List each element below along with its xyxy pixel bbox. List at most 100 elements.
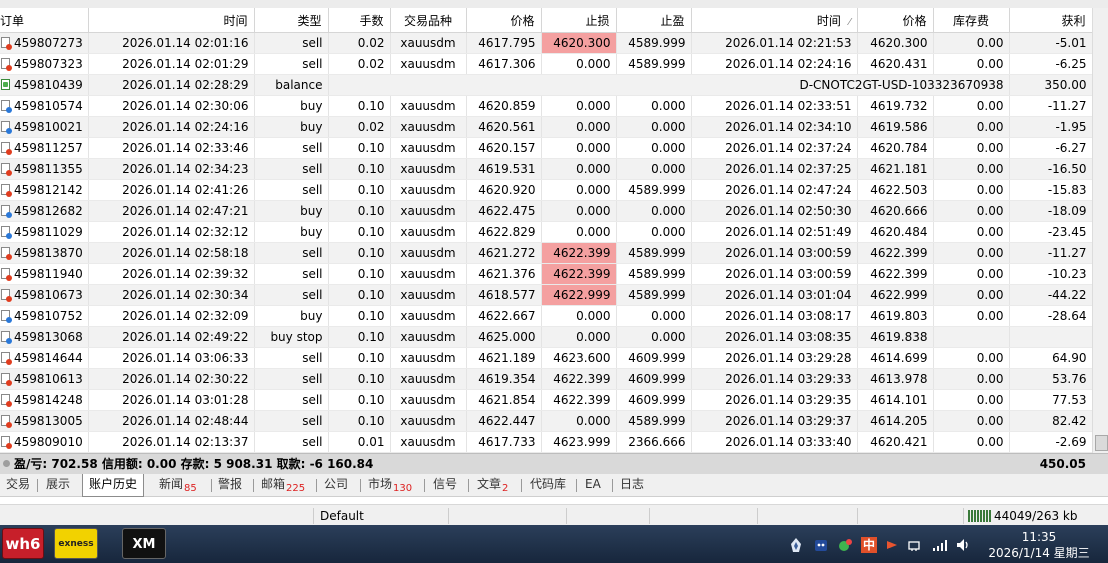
order-number: 459812142 bbox=[14, 183, 83, 197]
table-row[interactable]: 459810673 2026.01.14 02:30:34 sell 0.10 xauu… bbox=[0, 284, 1092, 306]
table-row[interactable]: 459807323 2026.01.14 02:01:29 sell 0.02 xauu… bbox=[0, 53, 1092, 75]
tab-account-history[interactable]: 账户历史 bbox=[82, 474, 145, 497]
tray-app-icon[interactable] bbox=[837, 537, 853, 553]
stop-loss-cell: 4620.300 bbox=[541, 32, 617, 54]
status-profile[interactable]: Default bbox=[320, 508, 364, 524]
tab-divider bbox=[360, 479, 361, 492]
tab-company[interactable]: 公司 bbox=[318, 474, 354, 496]
tab-divider bbox=[521, 479, 522, 492]
tab-divider bbox=[37, 479, 38, 492]
col-header-take-profit[interactable]: 止盈 bbox=[616, 8, 692, 33]
table-row[interactable]: 459809010 2026.01.14 02:13:37 sell 0.01 xauu… bbox=[0, 431, 1092, 453]
table-row[interactable]: 459813870 2026.01.14 02:58:18 sell 0.10 xauu… bbox=[0, 242, 1092, 264]
table-row[interactable]: 459810021 2026.01.14 02:24:16 buy 0.02 xauus… bbox=[0, 116, 1092, 138]
col-header-swap[interactable]: 库存费 bbox=[933, 8, 1010, 33]
table-row[interactable]: 459811355 2026.01.14 02:34:23 sell 0.10 xauu… bbox=[0, 158, 1092, 180]
signal-strength-icon[interactable] bbox=[932, 537, 948, 553]
table-row[interactable]: 459811940 2026.01.14 02:39:32 sell 0.10 xauu… bbox=[0, 263, 1092, 285]
table-row[interactable]: 459812682 2026.01.14 02:47:21 buy 0.10 xauus… bbox=[0, 200, 1092, 222]
tab-label: 文章 bbox=[477, 477, 502, 491]
network-icon[interactable] bbox=[906, 537, 922, 553]
table-row[interactable]: 459814248 2026.01.14 03:01:28 sell 0.10 xauu… bbox=[0, 389, 1092, 411]
table-row[interactable]: 459814644 2026.01.14 03:06:33 sell 0.10 xauu… bbox=[0, 347, 1092, 369]
close-price-cell: 4614.205 bbox=[857, 410, 934, 432]
tab-trade[interactable]: 交易 bbox=[0, 474, 36, 496]
tab-exposure[interactable]: 展示 bbox=[40, 474, 76, 496]
tray-app-icon[interactable] bbox=[788, 537, 804, 553]
profit-cell: -16.50 bbox=[1009, 158, 1092, 180]
tab-market[interactable]: 市场130 bbox=[362, 474, 418, 496]
tab-alerts[interactable]: 警报 bbox=[212, 474, 248, 496]
swap-cell: 0.00 bbox=[933, 32, 1010, 54]
table-row[interactable]: 459812142 2026.01.14 02:41:26 sell 0.10 xauu… bbox=[0, 179, 1092, 201]
tab-mailbox[interactable]: 邮箱225 bbox=[255, 474, 311, 496]
exness-app-button[interactable]: exness bbox=[54, 528, 98, 559]
buy-order-icon bbox=[1, 226, 12, 239]
tab-badge: 130 bbox=[393, 483, 413, 494]
stop-loss-cell: 4623.600 bbox=[541, 347, 617, 369]
col-header-close-time-label: 时间 bbox=[816, 13, 841, 28]
table-row[interactable]: 459807273 2026.01.14 02:01:16 sell 0.02 xauu… bbox=[0, 32, 1092, 54]
col-header-type[interactable]: 类型 bbox=[254, 8, 329, 33]
symbol-cell: xauusdm bbox=[390, 326, 467, 348]
table-row[interactable]: 459810752 2026.01.14 02:32:09 buy 0.10 xauus… bbox=[0, 305, 1092, 327]
symbol-cell: xauusdm bbox=[390, 284, 467, 306]
price-cell: 4618.577 bbox=[466, 284, 542, 306]
symbol-cell: xauusdm bbox=[390, 221, 467, 243]
open-time-cell: 2026.01.14 02:58:18 bbox=[88, 242, 255, 264]
order-number: 459810613 bbox=[14, 372, 83, 386]
order-cell: 459809010 bbox=[0, 431, 89, 453]
col-header-stop-loss[interactable]: 止损 bbox=[541, 8, 617, 33]
scrollbar-thumb[interactable] bbox=[1095, 435, 1108, 451]
tab-articles[interactable]: 文章2 bbox=[471, 474, 514, 496]
summary-totals: 盈/亏: 702.58 信用额: 0.00 存款: 5 908.31 取款: -… bbox=[14, 457, 374, 471]
tab-signals[interactable]: 信号 bbox=[427, 474, 463, 496]
close-time-cell: 2026.01.14 03:33:40 bbox=[691, 431, 858, 453]
tab-code-base[interactable]: 代码库 bbox=[524, 474, 572, 496]
volume-icon[interactable] bbox=[955, 537, 971, 553]
profit-cell: -23.45 bbox=[1009, 221, 1092, 243]
table-row[interactable]: 459811029 2026.01.14 02:32:12 buy 0.10 xauus… bbox=[0, 221, 1092, 243]
xm-app-button[interactable]: XM bbox=[122, 528, 166, 559]
table-row[interactable]: 459810574 2026.01.14 02:30:06 buy 0.10 xauus… bbox=[0, 95, 1092, 117]
table-row[interactable]: 459810439 2026.01.14 02:28:29 balance D-CNO… bbox=[0, 74, 1092, 96]
lots-cell: 0.10 bbox=[328, 200, 391, 222]
swap-cell: 0.00 bbox=[933, 347, 1010, 369]
take-profit-cell: 0.000 bbox=[616, 95, 692, 117]
col-header-close-time[interactable]: 时间 ⁄ bbox=[691, 8, 858, 33]
price-cell: 4621.189 bbox=[466, 347, 542, 369]
table-row[interactable]: 459811257 2026.01.14 02:33:46 sell 0.10 xauu… bbox=[0, 137, 1092, 159]
col-header-profit[interactable]: 获利 bbox=[1009, 8, 1092, 33]
close-price-cell: 4619.803 bbox=[857, 305, 934, 327]
tab-experts[interactable]: EA bbox=[579, 474, 607, 496]
status-divider bbox=[566, 508, 567, 524]
close-time-cell: 2026.01.14 02:51:49 bbox=[691, 221, 858, 243]
price-cell: 4620.859 bbox=[466, 95, 542, 117]
account-history-grid[interactable]: 订单 时间 类型 手数 交易品种 价格 止损 止盈 时间 ⁄ 价格 库存费 获利 … bbox=[0, 8, 1092, 453]
tray-app-icon[interactable] bbox=[813, 537, 829, 553]
table-row[interactable]: 459810613 2026.01.14 02:30:22 sell 0.10 xauu… bbox=[0, 368, 1092, 390]
col-header-lots[interactable]: 手数 bbox=[328, 8, 391, 33]
ime-indicator[interactable]: 中 bbox=[861, 537, 877, 553]
col-header-order[interactable]: 订单 bbox=[0, 8, 89, 33]
tab-journal[interactable]: 日志 bbox=[614, 474, 650, 496]
close-price-cell: 4622.399 bbox=[857, 242, 934, 264]
col-header-close-price[interactable]: 价格 bbox=[857, 8, 934, 33]
wh6-app-button[interactable]: wh6 bbox=[2, 528, 44, 559]
profit-cell: -6.25 bbox=[1009, 53, 1092, 75]
take-profit-cell: 4589.999 bbox=[616, 242, 692, 264]
table-row[interactable]: 459813005 2026.01.14 02:48:44 sell 0.10 xauu… bbox=[0, 410, 1092, 432]
col-header-price[interactable]: 价格 bbox=[466, 8, 542, 33]
tab-label: 交易 bbox=[6, 477, 31, 491]
sort-indicator-icon: ⁄ bbox=[848, 16, 851, 28]
vertical-scrollbar[interactable] bbox=[1092, 8, 1108, 455]
tray-app-icon[interactable] bbox=[884, 537, 900, 553]
col-header-symbol[interactable]: 交易品种 bbox=[390, 8, 467, 33]
lots-cell: 0.01 bbox=[328, 431, 391, 453]
system-clock[interactable]: 11:35 2026/1/14 星期三 bbox=[978, 529, 1100, 561]
table-row[interactable]: 459813068 2026.01.14 02:49:22 buy stop 0.10… bbox=[0, 326, 1092, 348]
lots-cell: 0.02 bbox=[328, 53, 391, 75]
col-header-open-time[interactable]: 时间 bbox=[88, 8, 255, 33]
type-cell: buy stop bbox=[254, 326, 329, 348]
tab-news[interactable]: 新闻85 bbox=[153, 474, 203, 496]
